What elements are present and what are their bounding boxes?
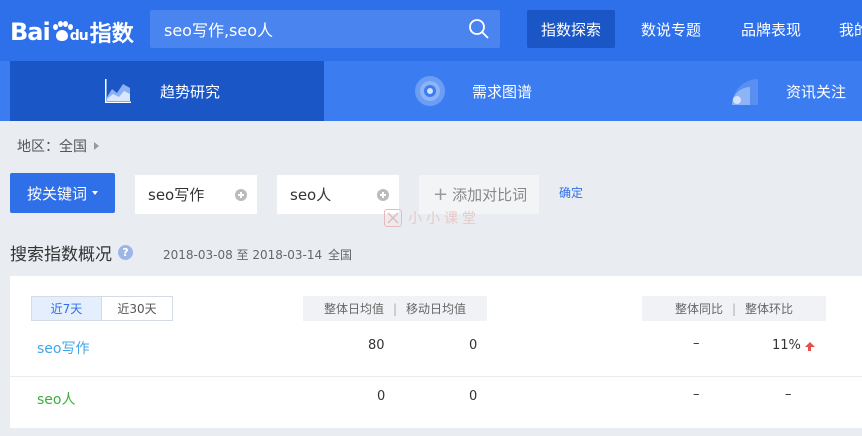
row-mobile-avg: 0 (469, 338, 478, 353)
header-yoy: 整体同比 (674, 302, 723, 316)
row-yoy: – (693, 336, 700, 351)
watermark-text: 小小课堂 (408, 211, 480, 227)
region-label: 地区： (17, 139, 59, 155)
region-value: 全国 (59, 139, 87, 155)
header-average: 整体日均值 | 移动日均值 (303, 296, 487, 321)
plus-icon: + (433, 184, 449, 205)
search-input[interactable]: seo写作,seo人 (150, 10, 500, 48)
add-circle-icon[interactable] (235, 189, 247, 201)
tab-label: 资讯关注 (786, 82, 847, 101)
caret-down-icon (92, 191, 98, 195)
row-divider (10, 376, 862, 377)
range-7-days[interactable]: 近7天 (32, 297, 102, 320)
baidu-index-logo[interactable]: Bai du 指数 (10, 12, 134, 52)
overview-area: 全国 (328, 248, 353, 262)
top-header: Bai du 指数 seo写作,seo人 指数探索 数说专题 品牌表现 我的 (0, 0, 862, 61)
row-mom-value: 11% (772, 338, 801, 353)
tab-demand-map[interactable]: 需求图谱 (324, 61, 638, 121)
add-compare-label: 添加对比词 (452, 186, 528, 204)
row-yoy: – (693, 387, 700, 402)
help-icon[interactable]: ? (118, 245, 133, 260)
row-overall-avg: 0 (377, 389, 386, 404)
tab-news-attention[interactable]: 资讯关注 (638, 61, 862, 121)
table-row-keyword-link[interactable]: seo写作 (37, 338, 89, 358)
range-30-days[interactable]: 近30天 (102, 297, 172, 320)
feed-icon (732, 79, 758, 105)
watermark-logo-icon (384, 209, 402, 227)
logo-sub-text: 指数 (89, 22, 134, 47)
up-arrow-icon (804, 342, 815, 351)
nav-index-explore[interactable]: 指数探索 (527, 10, 615, 48)
paw-icon (51, 21, 73, 43)
demand-map-icon (415, 76, 445, 106)
watermark: 小小课堂 (384, 208, 480, 228)
trend-chart-icon (105, 79, 131, 103)
header-mobile-avg: 移动日均值 (406, 302, 467, 316)
sub-navigation: 趋势研究 需求图谱 资讯关注 (0, 61, 862, 121)
row-mobile-avg: 0 (469, 389, 478, 404)
tab-label: 需求图谱 (472, 82, 533, 101)
range-toggle: 近7天 近30天 (31, 296, 173, 321)
row-mom: – (785, 387, 792, 402)
nav-topics[interactable]: 数说专题 (627, 10, 715, 48)
nav-mine[interactable]: 我的 (828, 10, 862, 48)
keyword-input-2[interactable]: seo人 (277, 175, 399, 214)
search-icon[interactable] (468, 18, 490, 40)
keyword-input-1[interactable]: seo写作 (135, 175, 257, 214)
overview-panel: 近7天 近30天 整体日均值 | 移动日均值 整体同比 | 整体环比 seo写作… (10, 276, 862, 428)
caret-right-icon (94, 142, 99, 150)
logo-text-bai: Bai (10, 18, 51, 46)
nav-brand[interactable]: 品牌表现 (727, 10, 815, 48)
search-value: seo写作,seo人 (164, 21, 274, 40)
row-mom: 11% (772, 338, 815, 353)
by-keyword-button[interactable]: 按关键词 (10, 173, 115, 213)
header-compare: 整体同比 | 整体环比 (642, 296, 826, 321)
overview-title: 搜索指数概况 ? (10, 240, 133, 265)
header-mom: 整体环比 (745, 302, 794, 316)
add-circle-icon[interactable] (377, 189, 389, 201)
confirm-link[interactable]: 确定 (559, 184, 583, 201)
table-row-keyword-link[interactable]: seo人 (37, 389, 75, 409)
overview-date-range: 2018-03-08 至 2018-03-14 (163, 248, 323, 262)
region-selector[interactable]: 地区： 全国 (17, 136, 99, 156)
keyword-value: seo人 (290, 186, 332, 204)
tab-label: 趋势研究 (160, 82, 221, 101)
tab-trend-research[interactable]: 趋势研究 (10, 61, 324, 121)
header-overall-avg: 整体日均值 (323, 302, 384, 316)
row-overall-avg: 80 (368, 338, 385, 353)
overview-title-text: 搜索指数概况 (10, 245, 112, 265)
keyword-value: seo写作 (148, 186, 205, 204)
by-keyword-label: 按关键词 (26, 184, 87, 203)
